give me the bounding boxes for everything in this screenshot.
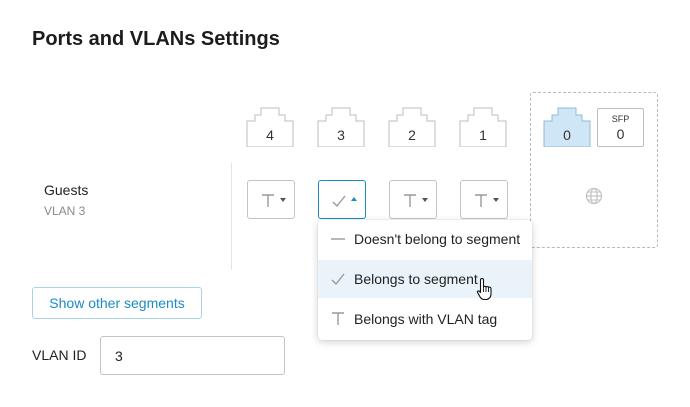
wan-port-0: 0 [543,107,591,147]
check-icon [332,195,346,208]
option-tagged[interactable]: Belongs with VLAN tag [318,300,532,338]
t-tag-icon [332,312,344,325]
port-1: 1 [459,107,507,147]
divider [231,163,232,270]
vlan-id-input[interactable] [100,336,285,375]
option-label: Doesn't belong to segment [354,231,521,247]
segment-name: Guests [44,182,89,198]
sfp-label: SFP [611,114,630,124]
option-label: Belongs with VLAN tag [354,311,498,327]
chevron-up-icon [351,197,357,201]
port-1-mode-select[interactable] [460,180,508,219]
t-tag-icon [404,194,416,207]
port-2: 2 [388,107,436,147]
port-4: 4 [246,107,294,147]
hand-cursor-icon [476,277,492,301]
port-3-mode-select[interactable] [318,180,366,219]
globe-icon [585,187,603,205]
page-title: Ports and VLANs Settings [32,28,280,50]
port-number: 1 [479,127,487,143]
port-2-mode-select[interactable] [389,180,437,219]
option-member[interactable]: Belongs to segment [318,260,532,298]
option-not-member[interactable]: Doesn't belong to segment [318,220,532,258]
port-number: 0 [563,127,571,143]
dash-icon [331,238,345,240]
check-icon [331,273,345,286]
port-number: 3 [337,127,345,143]
t-tag-icon [475,194,487,207]
vlan-id-label: VLAN ID [32,347,87,363]
port-3: 3 [317,107,365,147]
option-label: Belongs to segment [354,271,478,287]
port-4-mode-select[interactable] [247,180,295,219]
chevron-down-icon [493,198,499,202]
chevron-down-icon [280,198,286,202]
segment-vlan: VLAN 3 [44,204,86,218]
t-tag-icon [262,194,274,207]
port-number: 2 [408,127,416,143]
port-number: 0 [616,126,625,142]
port-number: 4 [266,127,274,143]
sfp-port: SFP 0 [597,108,644,147]
port-mode-dropdown: Doesn't belong to segment Belongs to seg… [318,220,532,340]
chevron-down-icon [422,198,428,202]
show-other-segments-button[interactable]: Show other segments [32,287,202,319]
